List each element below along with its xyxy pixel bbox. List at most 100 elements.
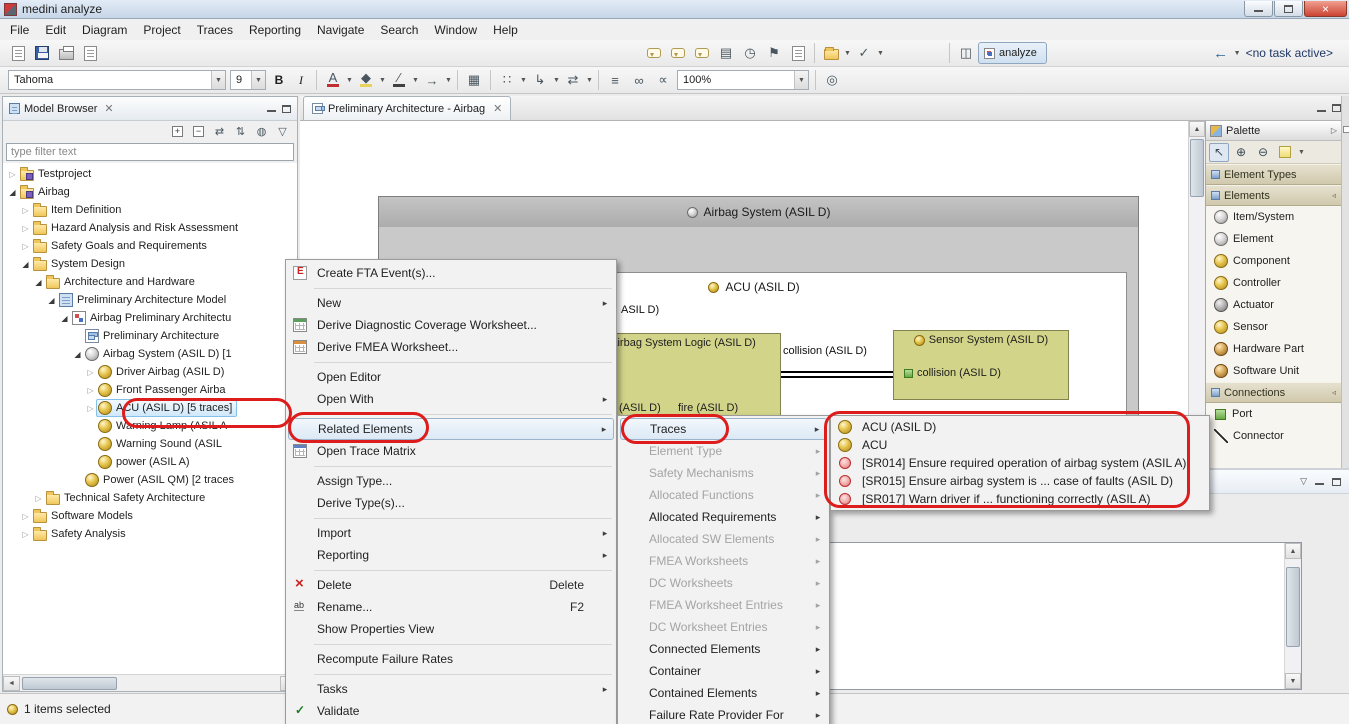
close-window-button[interactable]: ×: [1304, 1, 1347, 17]
menu-item-create-fta-event-s[interactable]: Create FTA Event(s)...: [288, 262, 614, 284]
properties-scrollbar[interactable]: ▲ ▼: [1284, 543, 1301, 689]
routing-style-icon[interactable]: ↳: [529, 69, 551, 91]
collapse-arrow-icon[interactable]: ◢: [20, 260, 31, 269]
tree-item-architecture-and-hardware[interactable]: ◢Architecture and Hardware: [3, 273, 297, 291]
unlink-icon[interactable]: ∝: [652, 69, 674, 91]
close-view-icon[interactable]: ✕: [104, 102, 113, 115]
analyze-perspective-button[interactable]: analyze: [978, 42, 1047, 64]
palette-item-element[interactable]: Element: [1206, 228, 1341, 250]
highlight-tool-icon[interactable]: ✓: [853, 42, 875, 64]
collapse-all-icon[interactable]: −: [189, 123, 208, 141]
palette-section-elements[interactable]: Elements◃: [1206, 185, 1341, 206]
connection-style-icon[interactable]: ⇄: [562, 69, 584, 91]
maximize-view-icon[interactable]: [282, 105, 291, 113]
tree-item-software-models[interactable]: ▷Software Models: [3, 507, 297, 525]
report-icon[interactable]: [787, 42, 809, 64]
zoom-out-tool[interactable]: ⊖: [1253, 143, 1273, 162]
link-icon[interactable]: ∞: [628, 69, 650, 91]
menu-item-import[interactable]: Import▸: [288, 522, 614, 544]
select-tool[interactable]: ↖: [1209, 143, 1229, 162]
palette-section-connections[interactable]: Connections◃: [1206, 382, 1341, 403]
filter-input[interactable]: type filter text: [6, 143, 294, 161]
tree-item-power-asil-qm-2-traces[interactable]: Power (ASIL QM) [2 traces: [3, 471, 297, 489]
save-icon[interactable]: [31, 42, 53, 64]
menu-item-open-with[interactable]: Open With▸: [288, 388, 614, 410]
menu-item-sr014-ensure-required-operation-[interactable]: [SR014] Ensure required operation of air…: [833, 454, 1207, 472]
menu-navigate[interactable]: Navigate: [309, 20, 372, 40]
tree-item-hazard-analysis-and-risk-assessm[interactable]: ▷Hazard Analysis and Risk Assessment: [3, 219, 297, 237]
select-all-icon[interactable]: ◎: [821, 69, 843, 91]
menu-project[interactable]: Project: [135, 20, 188, 40]
notes-icon[interactable]: ▤: [715, 42, 737, 64]
collapsed-panel-strip[interactable]: [1341, 96, 1349, 468]
menu-item-allocated-requirements[interactable]: Allocated Requirements▸: [620, 506, 827, 528]
expand-arrow-icon[interactable]: ▷: [85, 368, 96, 377]
font-size-select[interactable]: 9▼: [230, 70, 266, 90]
font-name-select[interactable]: Tahoma▼: [8, 70, 226, 90]
tree-item-technical-safety-architecture[interactable]: ▷Technical Safety Architecture: [3, 489, 297, 507]
close-editor-icon[interactable]: ✕: [493, 102, 502, 115]
zoom-in-tool[interactable]: ⊕: [1231, 143, 1251, 162]
menu-edit[interactable]: Edit: [37, 20, 74, 40]
scroll-thumb[interactable]: [1190, 139, 1204, 197]
menu-item-reporting[interactable]: Reporting▸: [288, 544, 614, 566]
arrow-style-icon[interactable]: →: [421, 69, 443, 91]
palette-section-element-types[interactable]: Element Types: [1206, 164, 1341, 185]
menu-item-traces[interactable]: Traces▸: [620, 418, 827, 440]
fill-color-dropdown-icon[interactable]: ▼: [378, 77, 387, 84]
expand-arrow-icon[interactable]: ▷: [20, 530, 31, 539]
expand-arrow-icon[interactable]: ▷: [20, 206, 31, 215]
tree-item-driver-airbag-asil-d[interactable]: ▷Driver Airbag (ASIL D): [3, 363, 297, 381]
menu-search[interactable]: Search: [372, 20, 426, 40]
collapse-arrow-icon[interactable]: ◢: [46, 296, 57, 305]
expand-arrow-icon[interactable]: ▷: [85, 386, 96, 395]
maximize-window-button[interactable]: [1274, 1, 1303, 17]
menu-item-connected-elements[interactable]: Connected Elements▸: [620, 638, 827, 660]
tree-item-system-design[interactable]: ◢System Design: [3, 255, 297, 273]
menu-item-related-elements[interactable]: Related Elements▸: [288, 418, 614, 440]
font-color-dropdown-icon[interactable]: ▼: [345, 77, 354, 84]
menu-window[interactable]: Window: [426, 20, 485, 40]
expand-arrow-icon[interactable]: ▷: [85, 404, 96, 413]
font-color-icon[interactable]: A: [322, 69, 344, 91]
menu-item-rename[interactable]: Rename...F2: [288, 596, 614, 618]
active-task-label[interactable]: <no task active>: [1246, 46, 1333, 60]
palette-item-sensor[interactable]: Sensor: [1206, 316, 1341, 338]
note-tool-dropdown-icon[interactable]: ▼: [1297, 149, 1306, 156]
table-style-icon[interactable]: ▦: [463, 69, 485, 91]
menu-item-new[interactable]: New▸: [288, 292, 614, 314]
highlight-dropdown-icon[interactable]: ▼: [876, 50, 885, 57]
minimize-window-button[interactable]: [1244, 1, 1273, 17]
tree-item-testproject[interactable]: ▷Testproject: [3, 165, 297, 183]
collapse-arrow-icon[interactable]: ◢: [72, 350, 83, 359]
arrow-style-dropdown-icon[interactable]: ▼: [444, 77, 453, 84]
add-comment-icon[interactable]: [667, 42, 689, 64]
new-model-icon[interactable]: [7, 42, 29, 64]
collapse-palette-icon[interactable]: ▷: [1331, 126, 1337, 135]
menu-item-recompute-failure-rates[interactable]: Recompute Failure Rates: [288, 648, 614, 670]
zoom-select[interactable]: 100%▼: [677, 70, 809, 90]
menu-item-derive-type-s[interactable]: Derive Type(s)...: [288, 492, 614, 514]
grid-snap-dropdown-icon[interactable]: ▼: [519, 77, 528, 84]
line-color-dropdown-icon[interactable]: ▼: [411, 77, 420, 84]
maximize-view-icon[interactable]: [1332, 478, 1341, 486]
tree-item-airbag-system-asil-d-1[interactable]: ◢Airbag System (ASIL D) [1: [3, 345, 297, 363]
minimize-view-icon[interactable]: [1315, 478, 1324, 485]
menu-item-assign-type[interactable]: Assign Type...: [288, 470, 614, 492]
link-with-editor-icon[interactable]: ⇄: [210, 123, 229, 141]
tree-item-item-definition[interactable]: ▷Item Definition: [3, 201, 297, 219]
menu-item-contained-elements[interactable]: Contained Elements▸: [620, 682, 827, 704]
scroll-left-icon[interactable]: ◄: [3, 676, 20, 691]
tree-item-preliminary-architecture-model[interactable]: ◢Preliminary Architecture Model: [3, 291, 297, 309]
editor-tab[interactable]: Preliminary Architecture - Airbag ✕: [303, 96, 511, 120]
tree-item-warning-sound-asil[interactable]: Warning Sound (ASIL: [3, 435, 297, 453]
menu-file[interactable]: File: [2, 20, 37, 40]
palette-item-software-unit[interactable]: Software Unit: [1206, 360, 1341, 382]
export-icon[interactable]: [79, 42, 101, 64]
tree-item-airbag-preliminary-architectu[interactable]: ◢Airbag Preliminary Architectu: [3, 309, 297, 327]
menu-item-validate[interactable]: Validate: [288, 700, 614, 722]
model-browser-tab[interactable]: Model Browser ✕: [3, 97, 297, 121]
menu-item-open-trace-matrix[interactable]: Open Trace Matrix: [288, 440, 614, 462]
italic-button[interactable]: I: [291, 70, 311, 90]
fill-color-icon[interactable]: ◆: [355, 69, 377, 91]
